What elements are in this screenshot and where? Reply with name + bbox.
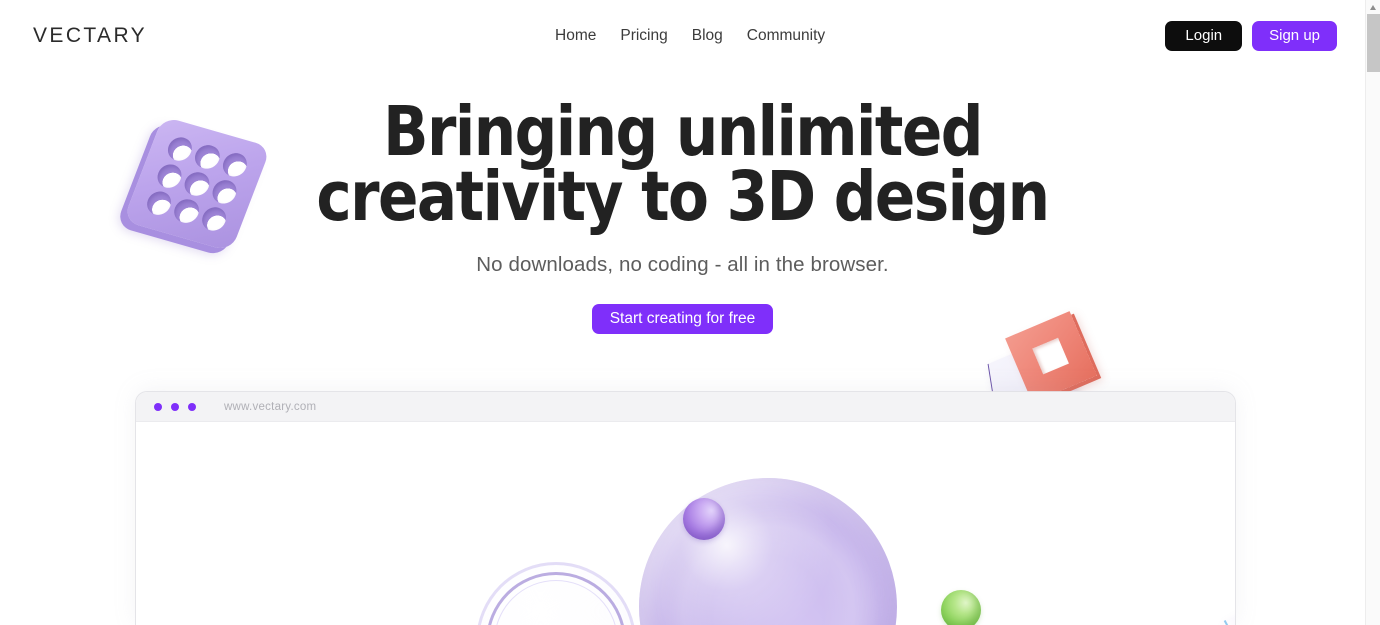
- glass-arch-ring-icon: [476, 562, 636, 625]
- nav-community[interactable]: Community: [735, 26, 837, 46]
- window-dot-minimize-icon: [171, 402, 179, 411]
- browser-chrome-bar: www.vectary.com: [136, 392, 1235, 422]
- scrollbar-thumb[interactable]: [1367, 14, 1380, 72]
- auth-actions: Login Sign up: [1165, 21, 1337, 51]
- shard-top-face: [1222, 553, 1235, 625]
- browser-viewport-3d-scene[interactable]: [136, 422, 1235, 625]
- start-creating-button[interactable]: Start creating for free: [591, 303, 774, 334]
- large-lavender-sphere-icon: [639, 478, 897, 625]
- scroll-up-arrow-icon[interactable]: [1370, 5, 1376, 10]
- hero-cta-wrapper: Start creating for free: [0, 303, 1365, 334]
- page-root: VECTARY Home Pricing Blog Community Logi…: [0, 0, 1365, 625]
- small-purple-sphere-icon: [683, 498, 725, 540]
- translucent-purple-shard-icon: [1214, 528, 1235, 625]
- browser-url-text: www.vectary.com: [224, 400, 317, 413]
- slab-hole: [181, 169, 213, 199]
- nav-pricing[interactable]: Pricing: [608, 26, 679, 46]
- window-control-dots: [154, 402, 196, 411]
- window-dot-maximize-icon: [188, 402, 196, 411]
- hero-subheadline: No downloads, no coding - all in the bro…: [476, 252, 889, 276]
- main-navigation: Home Pricing Blog Community: [555, 26, 837, 46]
- nav-blog[interactable]: Blog: [680, 26, 735, 46]
- nav-home[interactable]: Home: [555, 26, 608, 46]
- slab-hole: [191, 142, 223, 172]
- site-header: VECTARY Home Pricing Blog Community Logi…: [0, 0, 1365, 72]
- page-scrollbar[interactable]: [1365, 0, 1380, 625]
- small-green-sphere-icon: [941, 590, 981, 625]
- login-button[interactable]: Login: [1165, 21, 1243, 51]
- signup-button[interactable]: Sign up: [1252, 21, 1337, 51]
- browser-mockup: www.vectary.com: [136, 392, 1235, 625]
- brand-logo[interactable]: VECTARY: [33, 25, 147, 46]
- window-dot-close-icon: [154, 402, 162, 411]
